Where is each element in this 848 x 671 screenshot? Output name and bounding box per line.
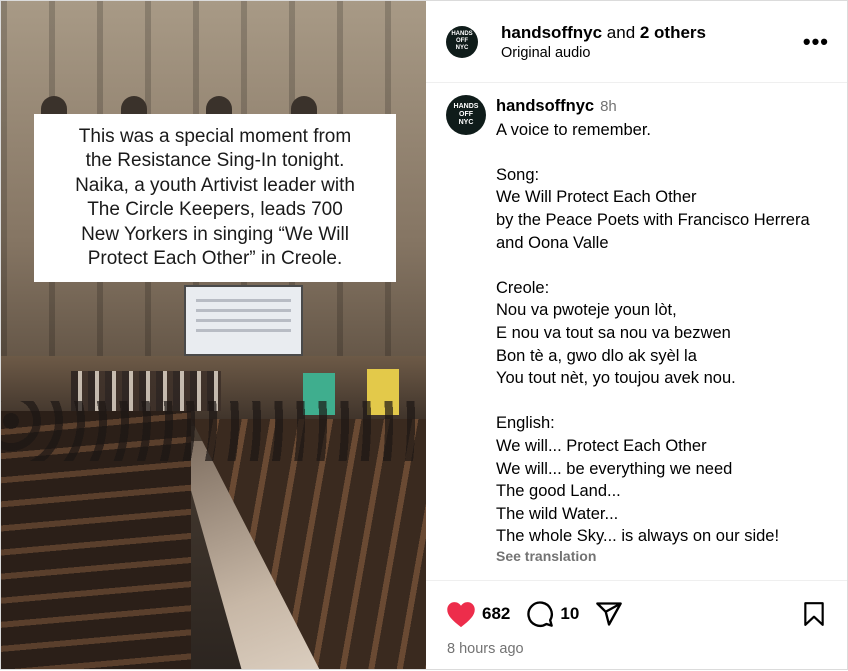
comment-username[interactable]: handsoffnyc: [496, 97, 594, 115]
video-caption: This was a special moment from the Resis…: [34, 114, 396, 282]
action-bar: 682 10 8 hours ago: [426, 580, 847, 671]
instagram-post: This was a special moment from the Resis…: [0, 0, 848, 670]
audience: [1, 401, 426, 461]
more-icon[interactable]: •••: [803, 29, 829, 55]
heart-icon[interactable]: [446, 600, 476, 628]
post-header: HANDS OFF NYC handsoffnyc and 2 others O…: [426, 1, 847, 83]
audio-link[interactable]: Original audio: [501, 45, 803, 61]
header-text: handsoffnyc and 2 others Original audio: [501, 23, 803, 61]
bookmark-icon[interactable]: [801, 600, 827, 628]
post-video[interactable]: This was a special moment from the Resis…: [1, 1, 426, 669]
post-panel: HANDS OFF NYC handsoffnyc and 2 others O…: [426, 1, 847, 669]
post-timestamp[interactable]: 8 hours ago: [447, 641, 847, 657]
caption-comment: HANDS OFF NYC handsoffnyc 8h A voice to r…: [426, 83, 847, 567]
projection-screen: [184, 285, 303, 356]
comment-avatar[interactable]: HANDS OFF NYC: [446, 95, 486, 135]
see-translation-link[interactable]: See translation: [496, 545, 810, 568]
username-link[interactable]: handsoffnyc: [501, 23, 602, 42]
and-text: and: [602, 22, 640, 42]
comments-count[interactable]: 10: [560, 604, 579, 624]
others-link[interactable]: 2 others: [640, 23, 706, 42]
comment-time[interactable]: 8h: [600, 98, 617, 115]
comment-icon[interactable]: [526, 600, 554, 628]
comment-text: A voice to remember. Song: We Will Prote…: [496, 120, 810, 546]
likes-count[interactable]: 682: [482, 604, 510, 624]
share-icon[interactable]: [595, 600, 623, 628]
account-avatar[interactable]: HANDS OFF NYC: [446, 25, 478, 58]
